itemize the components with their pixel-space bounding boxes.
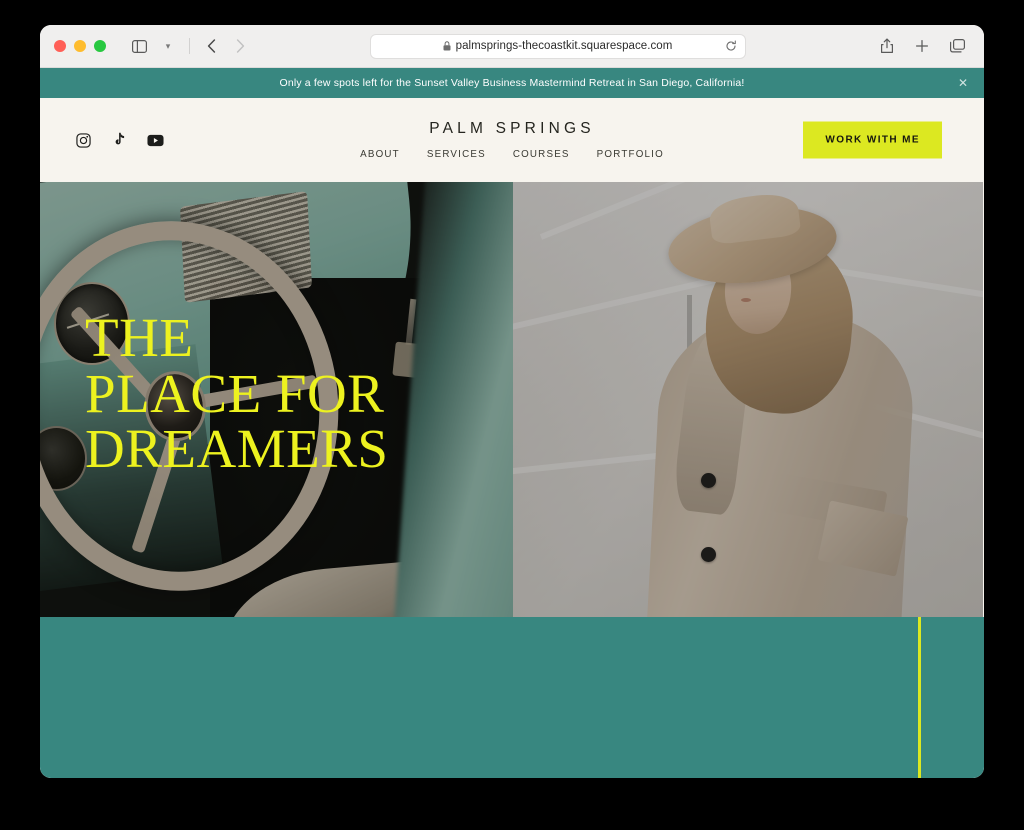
- url-text: palmsprings-thecoastkit.squarespace.com: [455, 40, 673, 52]
- work-with-me-button[interactable]: WORK WITH ME: [803, 121, 942, 159]
- hero-headline-line-2: PLACE FOR: [85, 362, 385, 424]
- chevron-down-glyph: ▾: [165, 40, 171, 51]
- address-bar-area: palmsprings-thecoastkit.squarespace.com: [253, 33, 862, 59]
- back-button[interactable]: [198, 34, 224, 58]
- new-tab-button[interactable]: [909, 34, 935, 58]
- hero-headline-line-3: DREAMERS: [85, 418, 389, 480]
- sidebar-options-chevron-icon[interactable]: ▾: [155, 34, 181, 58]
- site-title: PALM SPRINGS: [429, 120, 595, 137]
- nav-item-courses[interactable]: COURSES: [513, 149, 570, 160]
- announcement-text: Only a few spots left for the Sunset Val…: [279, 77, 745, 89]
- maximize-window-button[interactable]: [94, 40, 106, 52]
- teal-section: [40, 617, 984, 778]
- hero-headline: THE PLACE FOR DREAMERS: [85, 310, 389, 477]
- lock-icon: [443, 41, 451, 51]
- sidebar-toggle-button[interactable]: [126, 34, 152, 58]
- reload-icon[interactable]: [725, 40, 737, 52]
- hero-image-left: THE PLACE FOR DREAMERS: [40, 182, 513, 617]
- nav-item-portfolio[interactable]: PORTFOLIO: [597, 149, 664, 160]
- browser-window: ▾ palmsprings-thecoastkit.squarespace.co…: [40, 25, 984, 778]
- hero-section: THE PLACE FOR DREAMERS: [40, 182, 984, 617]
- forward-button[interactable]: [227, 34, 253, 58]
- share-icon[interactable]: [874, 34, 900, 58]
- window-controls: [54, 40, 106, 52]
- announcement-bar: Only a few spots left for the Sunset Val…: [40, 68, 984, 98]
- close-icon[interactable]: ✕: [958, 77, 968, 89]
- close-window-button[interactable]: [54, 40, 66, 52]
- hero-image-right: [513, 182, 983, 617]
- yellow-accent-rule: [918, 617, 921, 778]
- site-header: PALM SPRINGS ABOUT SERVICES COURSES PORT…: [40, 98, 984, 182]
- minimize-window-button[interactable]: [74, 40, 86, 52]
- primary-nav: ABOUT SERVICES COURSES PORTFOLIO: [360, 149, 664, 160]
- hero-headline-line-1: THE: [85, 307, 194, 368]
- nav-item-about[interactable]: ABOUT: [360, 149, 400, 160]
- toolbar-divider: [189, 38, 190, 54]
- cta-label: WORK WITH ME: [825, 134, 920, 146]
- address-bar[interactable]: palmsprings-thecoastkit.squarespace.com: [369, 33, 746, 59]
- nav-item-services[interactable]: SERVICES: [427, 149, 486, 160]
- toolbar-nav-group: ▾: [126, 34, 253, 58]
- browser-toolbar: ▾ palmsprings-thecoastkit.squarespace.co…: [40, 25, 984, 68]
- web-page: Only a few spots left for the Sunset Val…: [40, 68, 984, 778]
- tabs-overview-icon[interactable]: [944, 34, 970, 58]
- woman-portrait-illustration: [513, 182, 983, 617]
- toolbar-actions: [874, 34, 970, 58]
